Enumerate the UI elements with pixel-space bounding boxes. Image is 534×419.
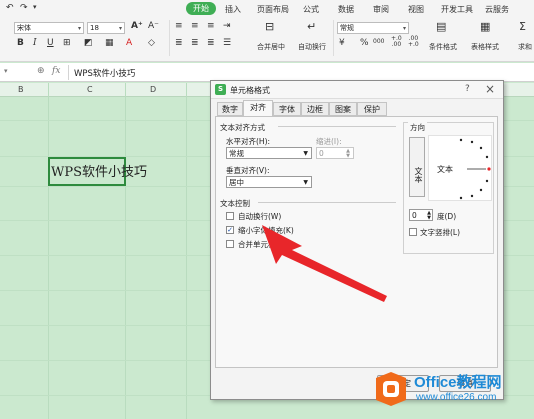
watermark-url: www.office26.com: [416, 392, 497, 403]
office-logo-icon: [376, 372, 406, 406]
watermark: Office教程网 www.office26.com: [372, 368, 532, 412]
red-arrow-annotation: [262, 225, 387, 302]
watermark-brand: Office教程网: [414, 374, 502, 391]
